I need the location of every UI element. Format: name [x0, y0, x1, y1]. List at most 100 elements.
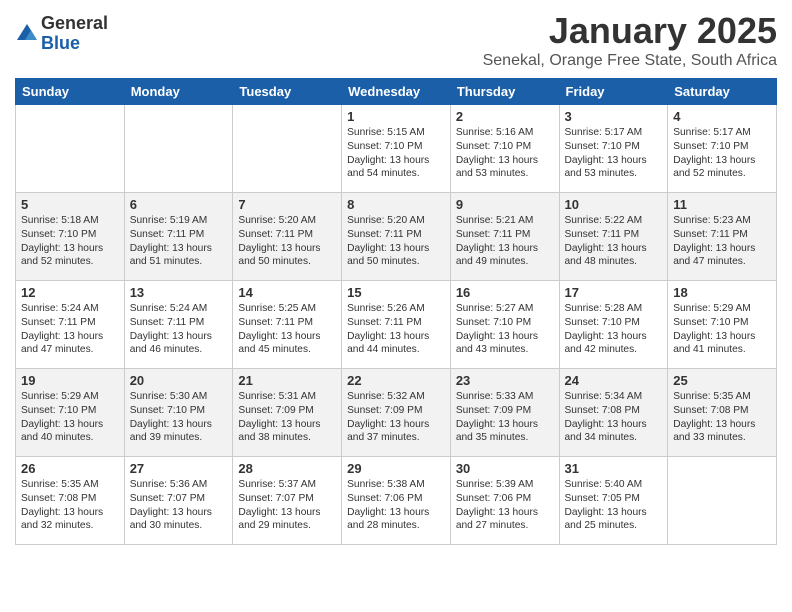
day-number: 10: [565, 197, 663, 212]
calendar-cell: 1 Sunrise: 5:15 AMSunset: 7:10 PMDaylight…: [342, 105, 451, 193]
calendar-cell: 11 Sunrise: 5:23 AMSunset: 7:11 PMDayligh…: [668, 193, 777, 281]
day-info: Sunrise: 5:23 AMSunset: 7:11 PMDaylight:…: [673, 214, 771, 269]
calendar-header-row: SundayMondayTuesdayWednesdayThursdayFrid…: [16, 79, 777, 105]
day-info: Sunrise: 5:15 AMSunset: 7:10 PMDaylight:…: [347, 126, 445, 181]
calendar-cell: 30 Sunrise: 5:39 AMSunset: 7:06 PMDayligh…: [450, 457, 559, 545]
day-info: Sunrise: 5:17 AMSunset: 7:10 PMDaylight:…: [673, 126, 771, 181]
day-number: 4: [673, 109, 771, 124]
logo-text: General Blue: [41, 14, 108, 54]
calendar-cell: 20 Sunrise: 5:30 AMSunset: 7:10 PMDayligh…: [124, 369, 233, 457]
day-number: 9: [456, 197, 554, 212]
day-number: 16: [456, 285, 554, 300]
header-saturday: Saturday: [668, 79, 777, 105]
calendar-cell: 17 Sunrise: 5:28 AMSunset: 7:10 PMDayligh…: [559, 281, 668, 369]
week-row-5: 26 Sunrise: 5:35 AMSunset: 7:08 PMDayligh…: [16, 457, 777, 545]
day-info: Sunrise: 5:24 AMSunset: 7:11 PMDaylight:…: [130, 302, 228, 357]
calendar-cell: 23 Sunrise: 5:33 AMSunset: 7:09 PMDayligh…: [450, 369, 559, 457]
calendar-cell: 2Sunrise: 5:16 AMSunset: 7:10 PMDaylight…: [450, 105, 559, 193]
calendar-cell: 4 Sunrise: 5:17 AMSunset: 7:10 PMDaylight…: [668, 105, 777, 193]
day-number: 29: [347, 461, 445, 476]
day-info: Sunrise: 5:20 AMSunset: 7:11 PMDaylight:…: [238, 214, 336, 269]
title-area: January 2025 Senekal, Orange Free State,…: [483, 10, 777, 70]
day-number: 12: [21, 285, 119, 300]
header-sunday: Sunday: [16, 79, 125, 105]
day-info: Sunrise: 5:28 AMSunset: 7:10 PMDaylight:…: [565, 302, 663, 357]
day-info: Sunrise: 5:37 AMSunset: 7:07 PMDaylight:…: [238, 478, 336, 533]
day-info: Sunrise: 5:39 AMSunset: 7:06 PMDaylight:…: [456, 478, 554, 533]
day-info: Sunrise: 5:33 AMSunset: 7:09 PMDaylight:…: [456, 390, 554, 445]
calendar-subtitle: Senekal, Orange Free State, South Africa: [483, 52, 777, 70]
calendar-cell: 10Sunrise: 5:22 AMSunset: 7:11 PMDayligh…: [559, 193, 668, 281]
day-number: 21: [238, 373, 336, 388]
day-number: 28: [238, 461, 336, 476]
calendar-cell: 8Sunrise: 5:20 AMSunset: 7:11 PMDaylight…: [342, 193, 451, 281]
calendar-cell: 25 Sunrise: 5:35 AMSunset: 7:08 PMDayligh…: [668, 369, 777, 457]
calendar-cell: [16, 105, 125, 193]
day-info: Sunrise: 5:31 AMSunset: 7:09 PMDaylight:…: [238, 390, 336, 445]
calendar-cell: 9 Sunrise: 5:21 AMSunset: 7:11 PMDaylight…: [450, 193, 559, 281]
calendar-cell: 13 Sunrise: 5:24 AMSunset: 7:11 PMDayligh…: [124, 281, 233, 369]
day-number: 13: [130, 285, 228, 300]
calendar-cell: 5Sunrise: 5:18 AMSunset: 7:10 PMDaylight…: [16, 193, 125, 281]
day-info: Sunrise: 5:30 AMSunset: 7:10 PMDaylight:…: [130, 390, 228, 445]
header-thursday: Thursday: [450, 79, 559, 105]
day-info: Sunrise: 5:29 AMSunset: 7:10 PMDaylight:…: [673, 302, 771, 357]
day-number: 31: [565, 461, 663, 476]
day-info: Sunrise: 5:29 AMSunset: 7:10 PMDaylight:…: [21, 390, 119, 445]
calendar-cell: 14Sunrise: 5:25 AMSunset: 7:11 PMDayligh…: [233, 281, 342, 369]
day-info: Sunrise: 5:25 AMSunset: 7:11 PMDaylight:…: [238, 302, 336, 357]
day-info: Sunrise: 5:34 AMSunset: 7:08 PMDaylight:…: [565, 390, 663, 445]
day-number: 11: [673, 197, 771, 212]
week-row-4: 19Sunrise: 5:29 AMSunset: 7:10 PMDayligh…: [16, 369, 777, 457]
day-number: 3: [565, 109, 663, 124]
calendar-cell: 22Sunrise: 5:32 AMSunset: 7:09 PMDayligh…: [342, 369, 451, 457]
calendar-cell: 18 Sunrise: 5:29 AMSunset: 7:10 PMDayligh…: [668, 281, 777, 369]
day-number: 6: [130, 197, 228, 212]
calendar-table: SundayMondayTuesdayWednesdayThursdayFrid…: [15, 78, 777, 545]
logo-general: General: [41, 14, 108, 34]
header: General Blue January 2025 Senekal, Orang…: [15, 10, 777, 70]
day-info: Sunrise: 5:38 AMSunset: 7:06 PMDaylight:…: [347, 478, 445, 533]
week-row-3: 12 Sunrise: 5:24 AMSunset: 7:11 PMDayligh…: [16, 281, 777, 369]
day-info: Sunrise: 5:35 AMSunset: 7:08 PMDaylight:…: [21, 478, 119, 533]
calendar-cell: 19Sunrise: 5:29 AMSunset: 7:10 PMDayligh…: [16, 369, 125, 457]
calendar-cell: 15Sunrise: 5:26 AMSunset: 7:11 PMDayligh…: [342, 281, 451, 369]
calendar-cell: [668, 457, 777, 545]
logo-blue: Blue: [41, 34, 108, 54]
day-number: 24: [565, 373, 663, 388]
day-info: Sunrise: 5:36 AMSunset: 7:07 PMDaylight:…: [130, 478, 228, 533]
day-number: 2: [456, 109, 554, 124]
calendar-cell: 6 Sunrise: 5:19 AMSunset: 7:11 PMDaylight…: [124, 193, 233, 281]
day-number: 1: [347, 109, 445, 124]
day-number: 25: [673, 373, 771, 388]
day-info: Sunrise: 5:26 AMSunset: 7:11 PMDaylight:…: [347, 302, 445, 357]
day-number: 18: [673, 285, 771, 300]
day-number: 17: [565, 285, 663, 300]
day-info: Sunrise: 5:32 AMSunset: 7:09 PMDaylight:…: [347, 390, 445, 445]
day-number: 26: [21, 461, 119, 476]
calendar-cell: 28 Sunrise: 5:37 AMSunset: 7:07 PMDayligh…: [233, 457, 342, 545]
header-tuesday: Tuesday: [233, 79, 342, 105]
day-info: Sunrise: 5:35 AMSunset: 7:08 PMDaylight:…: [673, 390, 771, 445]
calendar-title: January 2025: [483, 10, 777, 52]
calendar-cell: 7Sunrise: 5:20 AMSunset: 7:11 PMDaylight…: [233, 193, 342, 281]
day-number: 30: [456, 461, 554, 476]
day-info: Sunrise: 5:20 AMSunset: 7:11 PMDaylight:…: [347, 214, 445, 269]
day-info: Sunrise: 5:18 AMSunset: 7:10 PMDaylight:…: [21, 214, 119, 269]
calendar-cell: 29 Sunrise: 5:38 AMSunset: 7:06 PMDayligh…: [342, 457, 451, 545]
day-number: 27: [130, 461, 228, 476]
calendar-cell: 31Sunrise: 5:40 AMSunset: 7:05 PMDayligh…: [559, 457, 668, 545]
header-wednesday: Wednesday: [342, 79, 451, 105]
header-friday: Friday: [559, 79, 668, 105]
day-info: Sunrise: 5:19 AMSunset: 7:11 PMDaylight:…: [130, 214, 228, 269]
day-number: 23: [456, 373, 554, 388]
week-row-2: 5Sunrise: 5:18 AMSunset: 7:10 PMDaylight…: [16, 193, 777, 281]
day-info: Sunrise: 5:21 AMSunset: 7:11 PMDaylight:…: [456, 214, 554, 269]
logo: General Blue: [15, 14, 108, 54]
day-number: 20: [130, 373, 228, 388]
calendar-cell: [233, 105, 342, 193]
calendar-cell: 16Sunrise: 5:27 AMSunset: 7:10 PMDayligh…: [450, 281, 559, 369]
calendar-cell: 21 Sunrise: 5:31 AMSunset: 7:09 PMDayligh…: [233, 369, 342, 457]
calendar-cell: 3Sunrise: 5:17 AMSunset: 7:10 PMDaylight…: [559, 105, 668, 193]
calendar-cell: 26 Sunrise: 5:35 AMSunset: 7:08 PMDayligh…: [16, 457, 125, 545]
